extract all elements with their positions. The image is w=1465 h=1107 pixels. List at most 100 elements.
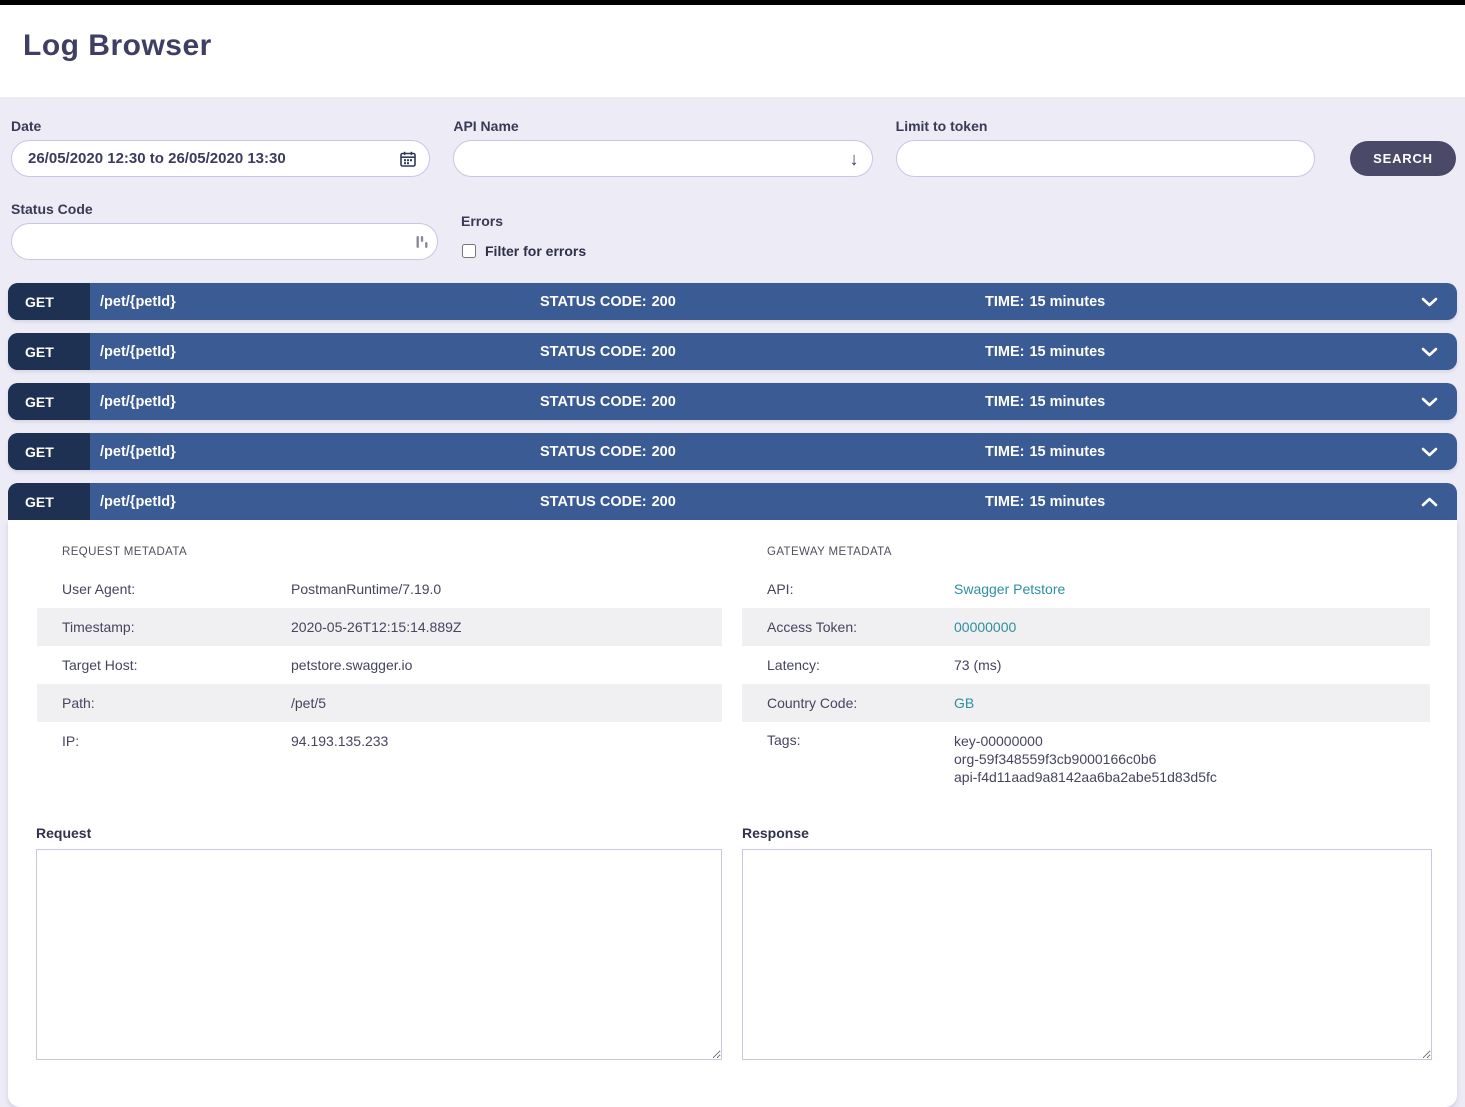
api-name-label: API Name [453, 118, 872, 134]
log-row-time: TIME:15 minutes [985, 483, 1401, 520]
chevron-down-icon[interactable] [1401, 383, 1457, 420]
request-metadata-title: REQUEST METADATA [62, 546, 722, 558]
response-label: Response [742, 825, 1432, 841]
errors-label: Errors [461, 213, 888, 229]
metadata-row: API: Swagger Petstore [742, 570, 1430, 608]
api-name-select-wrap: ↓ [453, 140, 872, 177]
date-filter-group: Date [11, 118, 430, 177]
metadata-link[interactable]: Swagger Petstore [954, 580, 1065, 598]
metadata-row: Latency: 73 (ms) [742, 646, 1430, 684]
gateway-metadata-table: API: Swagger Petstore Access Token: 0000… [742, 570, 1430, 794]
log-row-path: /pet/{petId} [90, 383, 540, 420]
metadata-row: Timestamp: 2020-05-26T12:15:14.889Z [37, 608, 722, 646]
metadata-row: Tags: key-00000000org-59f348559f3cb90001… [742, 722, 1430, 794]
log-row-status: STATUS CODE:200 [540, 383, 985, 420]
log-row-time: TIME:15 minutes [985, 333, 1401, 370]
metadata-label: Country Code: [767, 695, 954, 711]
request-metadata-section: REQUEST METADATA User Agent: PostmanRunt… [37, 546, 722, 794]
chevron-down-icon[interactable] [1401, 433, 1457, 470]
log-row-status: STATUS CODE:200 [540, 333, 985, 370]
log-detail-panel: REQUEST METADATA User Agent: PostmanRunt… [8, 520, 1457, 1107]
log-row[interactable]: GET /pet/{petId} STATUS CODE:200 TIME:15… [8, 433, 1457, 470]
metadata-link[interactable]: GB [954, 694, 974, 712]
api-name-select[interactable] [454, 141, 871, 176]
filter-row-1: Date API Name ↓ [0, 118, 1465, 177]
filter-for-errors-row: Filter for errors [461, 242, 888, 260]
date-range-input-wrap [11, 140, 430, 177]
method-badge: GET [8, 433, 90, 470]
metadata-value: PostmanRuntime/7.19.0 [291, 580, 441, 598]
limit-to-token-label: Limit to token [896, 118, 1315, 134]
log-rows-list: GET /pet/{petId} STATUS CODE:200 TIME:15… [0, 283, 1465, 520]
metadata-label: Target Host: [62, 657, 291, 673]
chevron-down-icon[interactable] [1401, 283, 1457, 320]
log-row-path: /pet/{petId} [90, 433, 540, 470]
log-row[interactable]: GET /pet/{petId} STATUS CODE:200 TIME:15… [8, 483, 1457, 520]
log-row-path: /pet/{petId} [90, 333, 540, 370]
log-row-status: STATUS CODE:200 [540, 483, 985, 520]
status-code-label: Status Code [11, 201, 438, 217]
log-row-time: TIME:15 minutes [985, 283, 1401, 320]
gateway-metadata-title: GATEWAY METADATA [767, 546, 1430, 558]
metadata-row: User Agent: PostmanRuntime/7.19.0 [37, 570, 722, 608]
log-row[interactable]: GET /pet/{petId} STATUS CODE:200 TIME:15… [8, 383, 1457, 420]
metadata-label: Access Token: [767, 619, 954, 635]
limit-to-token-input-wrap [896, 140, 1315, 177]
log-row[interactable]: GET /pet/{petId} STATUS CODE:200 TIME:15… [8, 283, 1457, 320]
log-row[interactable]: GET /pet/{petId} STATUS CODE:200 TIME:15… [8, 333, 1457, 370]
metadata-row: Access Token: 00000000 [742, 608, 1430, 646]
status-code-filter-group: Status Code [11, 201, 438, 260]
metadata-value: /pet/5 [291, 694, 326, 712]
request-textarea[interactable] [36, 849, 722, 1060]
metadata-value: 94.193.135.233 [291, 732, 388, 750]
chevron-down-icon[interactable] [1401, 333, 1457, 370]
log-row-path: /pet/{petId} [90, 483, 540, 520]
status-code-input-wrap [11, 223, 438, 260]
log-row-time: TIME:15 minutes [985, 383, 1401, 420]
metadata-row: Target Host: petstore.swagger.io [37, 646, 722, 684]
method-badge: GET [8, 483, 90, 520]
main-content: Date API Name ↓ [0, 97, 1465, 1107]
metadata-label: Tags: [767, 732, 954, 748]
api-name-filter-group: API Name ↓ [453, 118, 872, 177]
metadata-label: API: [767, 581, 954, 597]
status-code-input[interactable] [12, 224, 437, 259]
log-row-status: STATUS CODE:200 [540, 433, 985, 470]
log-row-status: STATUS CODE:200 [540, 283, 985, 320]
limit-to-token-filter-group: Limit to token [896, 118, 1315, 177]
method-badge: GET [8, 283, 90, 320]
filter-for-errors-checkbox[interactable] [462, 244, 476, 258]
errors-filter-group: Errors Filter for errors [461, 213, 888, 260]
metadata-value: petstore.swagger.io [291, 656, 412, 674]
date-label: Date [11, 118, 430, 134]
app-header: Log Browser [0, 5, 1465, 97]
method-badge: GET [8, 383, 90, 420]
request-response-section: Request Response [8, 794, 1457, 1065]
metadata-link[interactable]: 00000000 [954, 618, 1016, 636]
search-button[interactable]: SEARCH [1350, 141, 1456, 176]
page-title: Log Browser [23, 29, 1465, 63]
metadata-label: Timestamp: [62, 619, 291, 635]
limit-to-token-input[interactable] [897, 141, 1314, 176]
metadata-row: Path: /pet/5 [37, 684, 722, 722]
metadata-label: Path: [62, 695, 291, 711]
request-block: Request [36, 825, 722, 1065]
calendar-icon[interactable] [400, 151, 416, 167]
response-textarea[interactable] [742, 849, 1432, 1060]
metadata-label: User Agent: [62, 581, 291, 597]
metadata-label: Latency: [767, 657, 954, 673]
request-label: Request [36, 825, 722, 841]
chevron-up-icon[interactable] [1401, 483, 1457, 520]
gateway-metadata-section: GATEWAY METADATA API: Swagger Petstore A… [742, 546, 1430, 794]
metadata-row: IP: 94.193.135.233 [37, 722, 722, 760]
metadata-value: 2020-05-26T12:15:14.889Z [291, 618, 461, 636]
arrow-down-icon[interactable]: ↓ [850, 150, 859, 168]
metadata-value: 73 (ms) [954, 656, 1001, 674]
response-block: Response [742, 825, 1432, 1065]
metadata-label: IP: [62, 733, 291, 749]
date-range-input[interactable] [12, 141, 429, 176]
bars-icon [416, 234, 428, 250]
metadata-columns: REQUEST METADATA User Agent: PostmanRunt… [8, 520, 1457, 794]
log-row-path: /pet/{petId} [90, 283, 540, 320]
method-badge: GET [8, 333, 90, 370]
